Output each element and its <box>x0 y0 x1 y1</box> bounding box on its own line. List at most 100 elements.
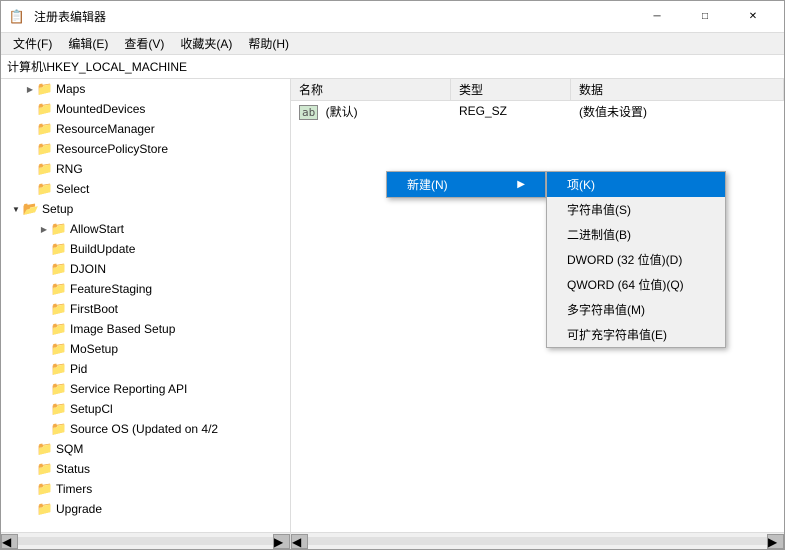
submenu-item-key[interactable]: 项(K) <box>547 172 725 197</box>
title-bar-left: 📋 注册表编辑器 <box>9 8 106 25</box>
breadcrumb: 计算机\HKEY_LOCAL_MACHINE <box>1 55 784 79</box>
arrow-spacer <box>37 262 51 276</box>
folder-icon: 📁 <box>51 262 67 276</box>
item-label: Timers <box>56 482 92 496</box>
ctx-new-label: 新建(N) <box>407 176 448 193</box>
folder-icon: 📁 <box>51 422 67 436</box>
arrow-spacer <box>37 362 51 376</box>
item-label: ResourcePolicyStore <box>56 142 168 156</box>
folder-icon: 📁 <box>37 122 53 136</box>
arrow-spacer <box>23 142 37 156</box>
scroll-left-btn[interactable]: ◀ <box>1 534 18 549</box>
submenu-item-dword[interactable]: DWORD (32 位值)(D) <box>547 247 725 272</box>
menu-file[interactable]: 文件(F) <box>5 33 60 54</box>
tree-item-resourcepolicystore[interactable]: 📁 ResourcePolicyStore <box>1 139 290 159</box>
tree-item-mounteddevices[interactable]: 📁 MountedDevices <box>1 99 290 119</box>
item-label: BuildUpdate <box>70 242 135 256</box>
scroll-track2[interactable] <box>308 537 767 545</box>
menu-view[interactable]: 查看(V) <box>116 33 172 54</box>
tree-item-imagebasedsetup[interactable]: 📁 Image Based Setup <box>1 319 290 339</box>
tree-item-pid[interactable]: 📁 Pid <box>1 359 290 379</box>
folder-icon: 📁 <box>51 322 67 336</box>
item-label: SQM <box>56 442 83 456</box>
table-row[interactable]: ab (默认) REG_SZ (数值未设置) <box>291 101 784 121</box>
menu-help[interactable]: 帮助(H) <box>240 33 297 54</box>
tree-item-setup[interactable]: ▼ 📂 Setup <box>1 199 290 219</box>
folder-icon: 📁 <box>51 402 67 416</box>
folder-icon: 📁 <box>37 442 53 456</box>
main-window: 📋 注册表编辑器 ─ □ ✕ 文件(F) 编辑(E) 查看(V) 收藏夹(A) … <box>0 0 785 550</box>
right-hscrollbar[interactable]: ◀ ▶ <box>291 532 784 549</box>
item-label: Maps <box>56 82 85 96</box>
tree-item-maps[interactable]: ▶ 📁 Maps <box>1 79 290 99</box>
registry-pane: 名称 类型 数据 ab (默认) REG_SZ (数值未设置) 新建(N <box>291 79 784 549</box>
arrow-spacer <box>23 502 37 516</box>
breadcrumb-text: 计算机\HKEY_LOCAL_MACHINE <box>7 58 187 75</box>
left-hscrollbar[interactable]: ◀ ▶ <box>1 532 290 549</box>
tree-item-sourceos[interactable]: 📁 Source OS (Updated on 4/2 <box>1 419 290 439</box>
folder-icon: 📁 <box>37 162 53 176</box>
menu-favorites[interactable]: 收藏夹(A) <box>172 33 240 54</box>
submenu-item-string[interactable]: 字符串值(S) <box>547 197 725 222</box>
item-label: Status <box>56 462 90 476</box>
tree-item-timers[interactable]: 📁 Timers <box>1 479 290 499</box>
maximize-button[interactable]: □ <box>682 1 728 33</box>
tree-item-featurestaging[interactable]: 📁 FeatureStaging <box>1 279 290 299</box>
tree-item-firstboot[interactable]: 📁 FirstBoot <box>1 299 290 319</box>
tree-item-buildupdate[interactable]: 📁 BuildUpdate <box>1 239 290 259</box>
tree-item-resourcemanager[interactable]: 📁 ResourceManager <box>1 119 290 139</box>
folder-icon: 📁 <box>37 502 53 516</box>
arrow-spacer <box>37 342 51 356</box>
tree-pane: ▶ 📁 Maps 📁 MountedDevices 📁 ResourceMana… <box>1 79 291 549</box>
col-name-header: 名称 <box>291 79 451 100</box>
menu-bar: 文件(F) 编辑(E) 查看(V) 收藏夹(A) 帮助(H) <box>1 33 784 55</box>
submenu: 项(K) 字符串值(S) 二进制值(B) DWORD (32 位值)(D) QW… <box>546 171 726 348</box>
submenu-item-multistring[interactable]: 多字符串值(M) <box>547 297 725 322</box>
close-button[interactable]: ✕ <box>730 1 776 33</box>
submenu-item-qword[interactable]: QWORD (64 位值)(Q) <box>547 272 725 297</box>
submenu-item-expandstring[interactable]: 可扩充字符串值(E) <box>547 322 725 347</box>
tree-item-servicereporting[interactable]: 📁 Service Reporting API <box>1 379 290 399</box>
scroll-track[interactable] <box>18 537 273 545</box>
item-label: SetupCl <box>70 402 113 416</box>
folder-open-icon: 📂 <box>23 202 39 216</box>
submenu-arrow-icon: ▶ <box>517 179 525 190</box>
arrow-spacer <box>23 102 37 116</box>
submenu-item-binary[interactable]: 二进制值(B) <box>547 222 725 247</box>
item-label: RNG <box>56 162 83 176</box>
item-label: Pid <box>70 362 87 376</box>
arrow-spacer <box>23 462 37 476</box>
tree-item-select[interactable]: 📁 Select <box>1 179 290 199</box>
folder-icon: 📁 <box>37 482 53 496</box>
arrow-spacer <box>23 162 37 176</box>
title-controls: ─ □ ✕ <box>634 1 776 33</box>
tree-item-allowstart[interactable]: ▶ 📁 AllowStart <box>1 219 290 239</box>
tree-item-setupcl[interactable]: 📁 SetupCl <box>1 399 290 419</box>
scroll-left-btn2[interactable]: ◀ <box>291 534 308 549</box>
arrow-spacer <box>37 422 51 436</box>
folder-icon: 📁 <box>51 282 67 296</box>
minimize-button[interactable]: ─ <box>634 1 680 33</box>
scroll-right-btn[interactable]: ▶ <box>273 534 290 549</box>
tree-item-mosetup[interactable]: 📁 MoSetup <box>1 339 290 359</box>
folder-icon: 📁 <box>37 182 53 196</box>
item-label: AllowStart <box>70 222 124 236</box>
tree-item-status[interactable]: 📁 Status <box>1 459 290 479</box>
ctx-item-new[interactable]: 新建(N) ▶ <box>387 172 545 197</box>
tree-area[interactable]: ▶ 📁 Maps 📁 MountedDevices 📁 ResourceMana… <box>1 79 290 532</box>
tree-item-sqm[interactable]: 📁 SQM <box>1 439 290 459</box>
item-label: Select <box>56 182 89 196</box>
tree-item-rng[interactable]: 📁 RNG <box>1 159 290 179</box>
context-menu: 新建(N) ▶ <box>386 171 546 198</box>
item-label: Service Reporting API <box>70 382 187 396</box>
app-icon: 📋 <box>9 10 25 24</box>
menu-edit[interactable]: 编辑(E) <box>60 33 116 54</box>
tree-item-djoin[interactable]: 📁 DJOIN <box>1 259 290 279</box>
registry-body[interactable]: ab (默认) REG_SZ (数值未设置) 新建(N) ▶ 项(K) <box>291 101 784 532</box>
folder-icon: 📁 <box>51 222 67 236</box>
folder-icon: 📁 <box>37 462 53 476</box>
tree-item-upgrade[interactable]: 📁 Upgrade <box>1 499 290 519</box>
scroll-right-btn2[interactable]: ▶ <box>767 534 784 549</box>
arrow-spacer <box>37 242 51 256</box>
item-label: MoSetup <box>70 342 118 356</box>
